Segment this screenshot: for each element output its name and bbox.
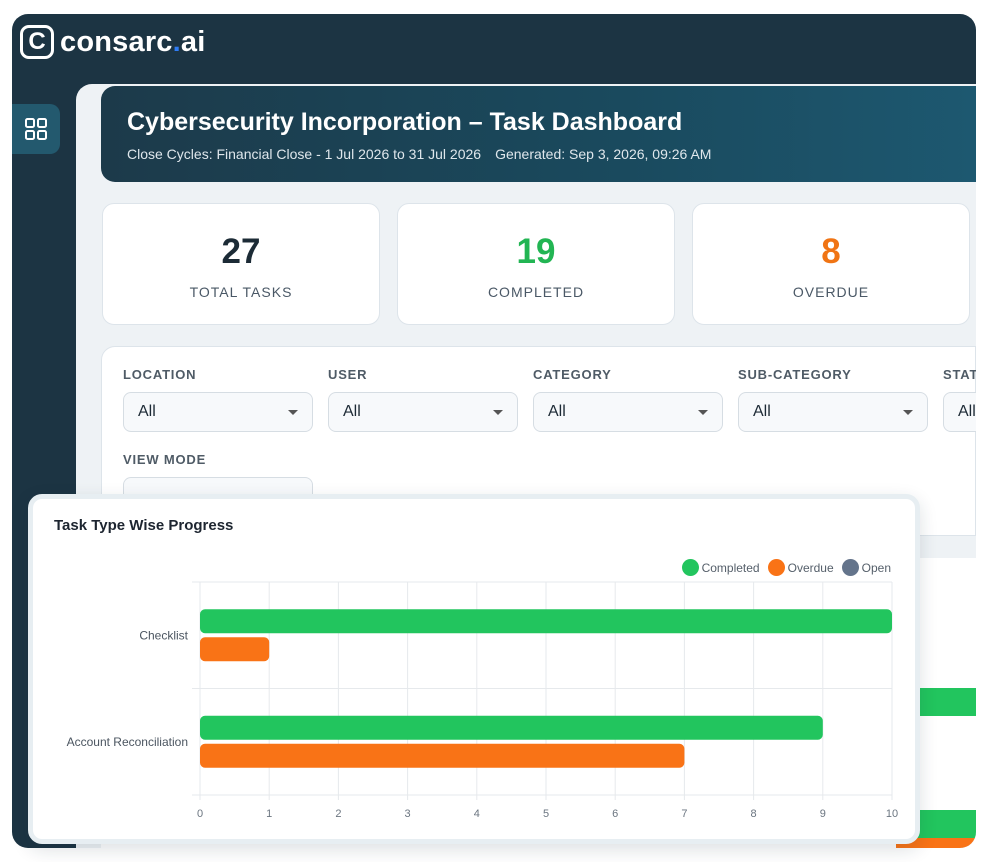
logo-name: consarc xyxy=(60,25,173,58)
filter-category: CATEGORY All xyxy=(533,367,723,432)
filter-sub-category: SUB-CATEGORY All xyxy=(738,367,928,432)
bar-overdue-checklist xyxy=(200,637,270,662)
bar-completed-checklist xyxy=(200,609,892,634)
filter-category-label: CATEGORY xyxy=(533,367,612,382)
status-select-value: All xyxy=(958,403,976,420)
bar-completed-account-reconciliation xyxy=(200,715,823,740)
filter-user-label: USER xyxy=(328,367,368,382)
brand-logo[interactable]: C consarc.ai xyxy=(20,24,206,60)
logo-suffix: ai xyxy=(180,25,206,58)
filter-status: STAT All xyxy=(943,367,976,432)
y-category-label: Account Reconciliation xyxy=(67,735,188,749)
caret-down-icon xyxy=(493,409,503,415)
dashboard-header: Cybersecurity Incorporation – Task Dashb… xyxy=(101,86,976,182)
sub-category-select[interactable]: All xyxy=(738,392,928,432)
dashboard-grid-icon xyxy=(25,118,47,140)
stat-total-value: 27 xyxy=(221,232,261,271)
location-select[interactable]: All xyxy=(123,392,313,432)
page-title: Cybersecurity Incorporation – Task Dashb… xyxy=(127,108,683,136)
logo-wordmark: consarc.ai xyxy=(60,26,206,59)
category-select[interactable]: All xyxy=(533,392,723,432)
logo-mark-icon: C xyxy=(20,25,54,59)
stat-completed-value: 19 xyxy=(516,232,556,271)
x-tick-label: 9 xyxy=(820,808,826,820)
x-tick-label: 2 xyxy=(335,808,341,820)
caret-down-icon xyxy=(288,409,298,415)
x-tick-label: 10 xyxy=(886,808,898,820)
caret-down-icon xyxy=(903,409,913,415)
stat-total-label: TOTAL TASKS xyxy=(189,284,293,300)
generated-timestamp: Generated: Sep 3, 2026, 09:26 AM xyxy=(495,146,712,162)
stat-card-overdue: 8 OVERDUE xyxy=(692,203,970,325)
filter-sub-category-label: SUB-CATEGORY xyxy=(738,367,852,382)
stat-card-total: 27 TOTAL TASKS xyxy=(102,203,380,325)
x-tick-label: 3 xyxy=(405,808,411,820)
category-select-value: All xyxy=(548,403,566,420)
status-select[interactable]: All xyxy=(943,392,976,432)
x-tick-label: 5 xyxy=(543,808,549,820)
stat-card-completed: 19 COMPLETED xyxy=(397,203,675,325)
close-cycles-text: Close Cycles: Financial Close - 1 Jul 20… xyxy=(127,146,482,162)
bar-overdue-account-reconciliation xyxy=(200,743,685,768)
filter-status-label: STAT xyxy=(943,367,976,382)
stat-completed-label: COMPLETED xyxy=(487,284,585,300)
filter-view-mode-label: VIEW MODE xyxy=(123,452,207,467)
user-select[interactable]: All xyxy=(328,392,518,432)
caret-down-icon xyxy=(698,409,708,415)
x-tick-label: 8 xyxy=(751,808,757,820)
filter-location-label: LOCATION xyxy=(123,367,197,382)
location-select-value: All xyxy=(138,403,156,420)
filter-user: USER All xyxy=(328,367,518,432)
chart-plot: 0 1 2 3 4 5 6 7 8 9 10 Checklist Account Reconciliat… xyxy=(67,581,898,820)
sub-category-select-value: All xyxy=(753,403,771,420)
x-tick-label: 1 xyxy=(266,808,272,820)
stat-overdue-label: OVERDUE xyxy=(792,284,870,300)
x-tick-label: 7 xyxy=(681,808,687,820)
filter-location: LOCATION All xyxy=(123,367,313,432)
y-category-label: Checklist xyxy=(139,628,188,642)
header-subtitle: Close Cycles: Financial Close - 1 Jul 20… xyxy=(127,146,950,162)
x-tick-label: 6 xyxy=(612,808,618,820)
logo-dot: . xyxy=(172,25,181,58)
stat-overdue-value: 8 xyxy=(821,232,841,271)
x-tick-label: 4 xyxy=(474,808,480,820)
task-type-progress-chart: Task Type Wise Progress Completed Overdu… xyxy=(28,494,920,844)
x-tick-label: 0 xyxy=(197,808,203,820)
sidebar-item-dashboard[interactable] xyxy=(12,104,60,154)
user-select-value: All xyxy=(343,403,361,420)
